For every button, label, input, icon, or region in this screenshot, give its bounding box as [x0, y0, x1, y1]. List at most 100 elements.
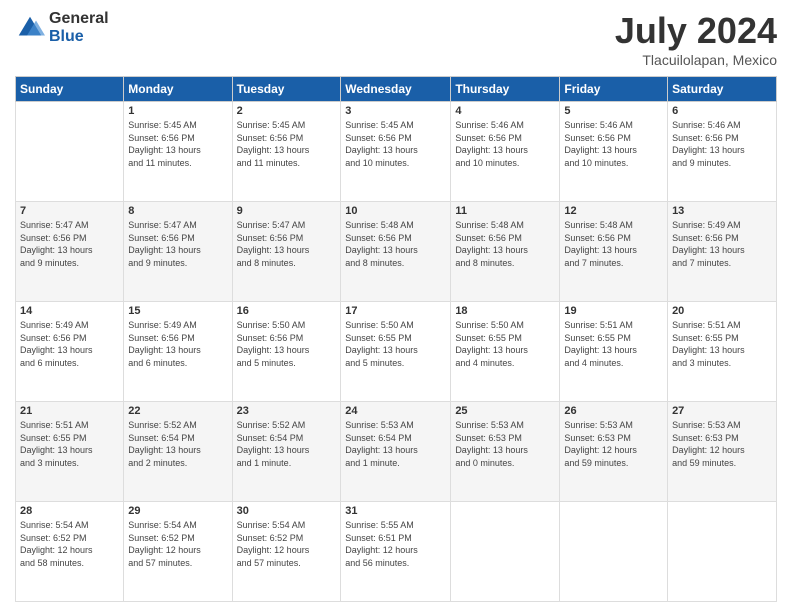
day-info: Sunrise: 5:48 AM Sunset: 6:56 PM Dayligh… [455, 219, 555, 269]
day-number: 17 [345, 305, 446, 317]
day-number: 24 [345, 405, 446, 417]
calendar-cell: 24 Sunrise: 5:53 AM Sunset: 6:54 PM Dayli… [341, 402, 451, 502]
calendar-cell: 12 Sunrise: 5:48 AM Sunset: 6:56 PM Dayli… [560, 202, 668, 302]
day-info: Sunrise: 5:45 AM Sunset: 6:56 PM Dayligh… [345, 119, 446, 169]
calendar-cell: 3 Sunrise: 5:45 AM Sunset: 6:56 PM Daylig… [341, 102, 451, 202]
day-info: Sunrise: 5:50 AM Sunset: 6:55 PM Dayligh… [455, 319, 555, 369]
logo-icon [15, 13, 45, 43]
page: General Blue July 2024 Tlacuilolapan, Me… [0, 0, 792, 612]
day-info: Sunrise: 5:46 AM Sunset: 6:56 PM Dayligh… [564, 119, 663, 169]
day-info: Sunrise: 5:51 AM Sunset: 6:55 PM Dayligh… [20, 419, 119, 469]
day-info: Sunrise: 5:53 AM Sunset: 6:53 PM Dayligh… [564, 419, 663, 469]
day-info: Sunrise: 5:47 AM Sunset: 6:56 PM Dayligh… [128, 219, 227, 269]
day-number: 7 [20, 205, 119, 217]
day-info: Sunrise: 5:49 AM Sunset: 6:56 PM Dayligh… [672, 219, 772, 269]
day-number: 5 [564, 105, 663, 117]
day-number: 16 [237, 305, 337, 317]
calendar-cell: 8Sunrise: 5:47 AM Sunset: 6:56 PM Daylig… [124, 202, 232, 302]
day-info: Sunrise: 5:45 AM Sunset: 6:56 PM Dayligh… [128, 119, 227, 169]
day-number: 10 [345, 205, 446, 217]
calendar-cell: 20Sunrise: 5:51 AM Sunset: 6:55 PM Dayli… [668, 302, 777, 402]
day-number: 19 [564, 305, 663, 317]
day-info: Sunrise: 5:48 AM Sunset: 6:56 PM Dayligh… [345, 219, 446, 269]
day-info: Sunrise: 5:51 AM Sunset: 6:55 PM Dayligh… [672, 319, 772, 369]
day-number: 22 [128, 405, 227, 417]
col-monday: Monday [124, 77, 232, 102]
col-saturday: Saturday [668, 77, 777, 102]
calendar-cell: 27 Sunrise: 5:53 AM Sunset: 6:53 PM Dayli… [668, 402, 777, 502]
day-info: Sunrise: 5:53 AM Sunset: 6:54 PM Dayligh… [345, 419, 446, 469]
day-info: Sunrise: 5:49 AM Sunset: 6:56 PM Dayligh… [128, 319, 227, 369]
calendar-header: Sunday Monday Tuesday Wednesday Thursday… [16, 77, 777, 102]
calendar-cell: 18 Sunrise: 5:50 AM Sunset: 6:55 PM Dayli… [451, 302, 560, 402]
day-number: 21 [20, 405, 119, 417]
day-number: 25 [455, 405, 555, 417]
day-number: 2 [237, 105, 337, 117]
calendar-table: Sunday Monday Tuesday Wednesday Thursday… [15, 76, 777, 602]
day-number: 14 [20, 305, 119, 317]
day-info: Sunrise: 5:52 AM Sunset: 6:54 PM Dayligh… [237, 419, 337, 469]
calendar-cell: 10 Sunrise: 5:48 AM Sunset: 6:56 PM Dayli… [341, 202, 451, 302]
calendar-cell: 7 Sunrise: 5:47 AM Sunset: 6:56 PM Daylig… [16, 202, 124, 302]
day-number: 3 [345, 105, 446, 117]
calendar-cell [560, 502, 668, 602]
calendar-cell: 6Sunrise: 5:46 AM Sunset: 6:56 PM Daylig… [668, 102, 777, 202]
calendar-cell: 21 Sunrise: 5:51 AM Sunset: 6:55 PM Dayli… [16, 402, 124, 502]
day-number: 28 [20, 505, 119, 517]
calendar-cell: 13Sunrise: 5:49 AM Sunset: 6:56 PM Dayli… [668, 202, 777, 302]
day-info: Sunrise: 5:47 AM Sunset: 6:56 PM Dayligh… [237, 219, 337, 269]
col-friday: Friday [560, 77, 668, 102]
day-number: 18 [455, 305, 555, 317]
title-block: July 2024 Tlacuilolapan, Mexico [615, 10, 777, 68]
day-info: Sunrise: 5:55 AM Sunset: 6:51 PM Dayligh… [345, 519, 446, 569]
calendar-cell: 31 Sunrise: 5:55 AM Sunset: 6:51 PM Dayli… [341, 502, 451, 602]
calendar-week-2: 7 Sunrise: 5:47 AM Sunset: 6:56 PM Daylig… [16, 202, 777, 302]
day-number: 23 [237, 405, 337, 417]
calendar-cell [668, 502, 777, 602]
calendar-cell: 9Sunrise: 5:47 AM Sunset: 6:56 PM Daylig… [232, 202, 341, 302]
calendar-cell: 15 Sunrise: 5:49 AM Sunset: 6:56 PM Dayli… [124, 302, 232, 402]
calendar-cell: 11Sunrise: 5:48 AM Sunset: 6:56 PM Dayli… [451, 202, 560, 302]
day-info: Sunrise: 5:53 AM Sunset: 6:53 PM Dayligh… [455, 419, 555, 469]
col-sunday: Sunday [16, 77, 124, 102]
calendar-cell [451, 502, 560, 602]
main-title: July 2024 [615, 10, 777, 52]
day-info: Sunrise: 5:50 AM Sunset: 6:55 PM Dayligh… [345, 319, 446, 369]
logo-general: General [49, 10, 109, 28]
col-tuesday: Tuesday [232, 77, 341, 102]
day-info: Sunrise: 5:45 AM Sunset: 6:56 PM Dayligh… [237, 119, 337, 169]
calendar-cell: 2 Sunrise: 5:45 AM Sunset: 6:56 PM Daylig… [232, 102, 341, 202]
calendar-week-3: 14 Sunrise: 5:49 AM Sunset: 6:56 PM Dayli… [16, 302, 777, 402]
day-number: 31 [345, 505, 446, 517]
day-number: 29 [128, 505, 227, 517]
day-info: Sunrise: 5:53 AM Sunset: 6:53 PM Dayligh… [672, 419, 772, 469]
calendar-cell: 5 Sunrise: 5:46 AM Sunset: 6:56 PM Daylig… [560, 102, 668, 202]
col-thursday: Thursday [451, 77, 560, 102]
logo-blue: Blue [49, 28, 109, 46]
calendar-cell: 16Sunrise: 5:50 AM Sunset: 6:56 PM Dayli… [232, 302, 341, 402]
calendar-week-1: 1Sunrise: 5:45 AM Sunset: 6:56 PM Daylig… [16, 102, 777, 202]
day-info: Sunrise: 5:48 AM Sunset: 6:56 PM Dayligh… [564, 219, 663, 269]
calendar-cell: 25 Sunrise: 5:53 AM Sunset: 6:53 PM Dayli… [451, 402, 560, 502]
header: General Blue July 2024 Tlacuilolapan, Me… [15, 10, 777, 68]
col-wednesday: Wednesday [341, 77, 451, 102]
calendar-cell: 14 Sunrise: 5:49 AM Sunset: 6:56 PM Dayli… [16, 302, 124, 402]
day-number: 4 [455, 105, 555, 117]
subtitle: Tlacuilolapan, Mexico [615, 52, 777, 68]
logo: General Blue [15, 10, 109, 45]
calendar-cell: 28Sunrise: 5:54 AM Sunset: 6:52 PM Dayli… [16, 502, 124, 602]
day-number: 30 [237, 505, 337, 517]
day-number: 15 [128, 305, 227, 317]
day-info: Sunrise: 5:49 AM Sunset: 6:56 PM Dayligh… [20, 319, 119, 369]
day-number: 26 [564, 405, 663, 417]
day-info: Sunrise: 5:51 AM Sunset: 6:55 PM Dayligh… [564, 319, 663, 369]
day-number: 27 [672, 405, 772, 417]
calendar-cell: 19 Sunrise: 5:51 AM Sunset: 6:55 PM Dayli… [560, 302, 668, 402]
calendar-cell: 4Sunrise: 5:46 AM Sunset: 6:56 PM Daylig… [451, 102, 560, 202]
day-info: Sunrise: 5:47 AM Sunset: 6:56 PM Dayligh… [20, 219, 119, 269]
calendar-cell: 17 Sunrise: 5:50 AM Sunset: 6:55 PM Dayli… [341, 302, 451, 402]
day-number: 12 [564, 205, 663, 217]
calendar-cell: 23 Sunrise: 5:52 AM Sunset: 6:54 PM Dayli… [232, 402, 341, 502]
day-info: Sunrise: 5:54 AM Sunset: 6:52 PM Dayligh… [128, 519, 227, 569]
calendar-cell [16, 102, 124, 202]
